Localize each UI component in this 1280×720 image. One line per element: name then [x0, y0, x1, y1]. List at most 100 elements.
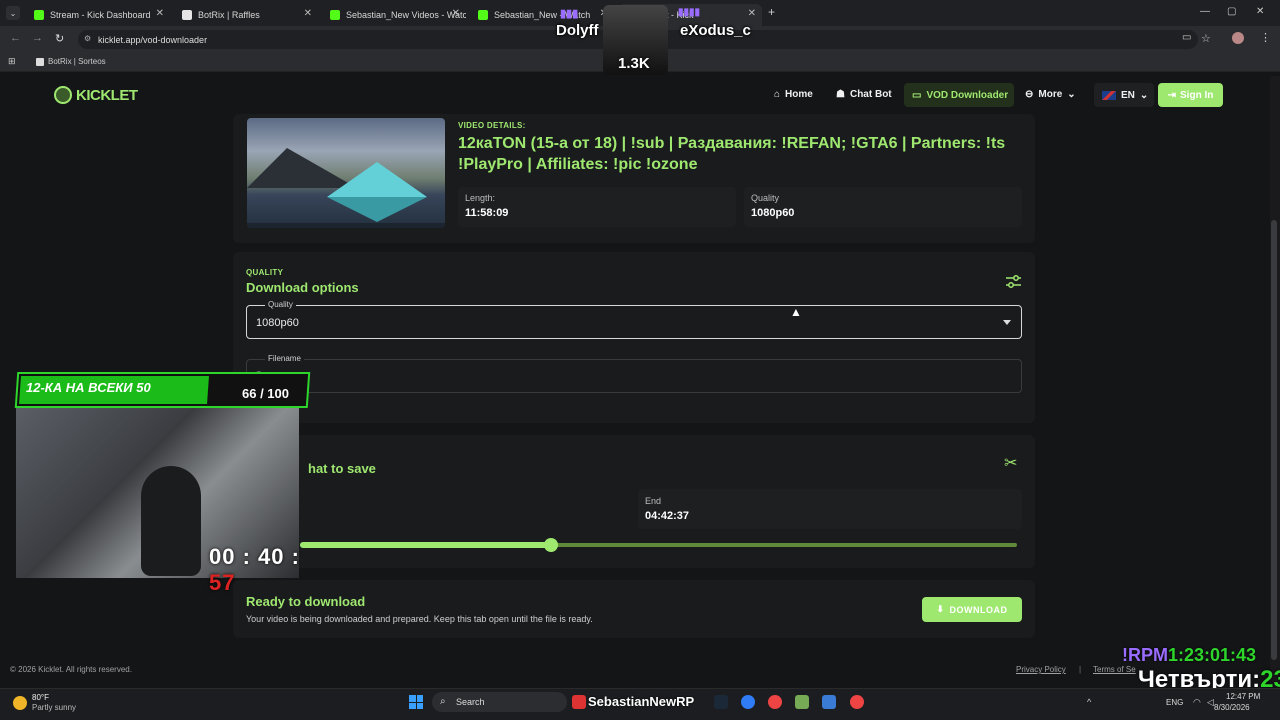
weather-icon[interactable] — [13, 696, 27, 710]
app-icon[interactable] — [822, 695, 836, 709]
close-tab-icon[interactable]: ✕ — [156, 8, 164, 19]
chrome-app-icon[interactable] — [850, 695, 864, 709]
language-select[interactable]: EN ⌄ — [1094, 83, 1154, 107]
nav-vod-label: VOD Downloader — [926, 89, 1009, 101]
scissors-icon[interactable]: ✂ — [1004, 453, 1017, 473]
tray-chevron-icon[interactable]: ^ — [1087, 697, 1091, 707]
browser-tab[interactable]: Stream - Kick Dashboard ✕ — [26, 4, 170, 26]
ready-title: Ready to download — [246, 594, 366, 609]
ready-description: Your video is being downloaded and prepa… — [246, 614, 593, 624]
nav-vod-downloader[interactable]: ▭ VOD Downloader — [904, 83, 1014, 107]
overlay-count: 1.3K — [618, 55, 650, 72]
page-icon[interactable]: ▭ — [1182, 32, 1191, 43]
trim-slider-handle[interactable] — [544, 538, 558, 552]
filename-field-label: Filename — [265, 354, 304, 363]
apps-grid-icon[interactable]: ⊞ — [8, 56, 16, 67]
nav-more-label: More — [1038, 89, 1063, 100]
close-tab-icon[interactable]: ✕ — [452, 8, 460, 19]
mouse-cursor-icon: ▲ — [790, 305, 802, 319]
quality-select-value: 1080p60 — [256, 317, 299, 329]
dropdown-caret-icon — [1003, 320, 1011, 325]
quality-value: 1080p60 — [751, 207, 795, 219]
filename-input[interactable]: Filename ▯ sushi — [246, 354, 1022, 393]
bot-icon: ☗ — [836, 89, 845, 100]
profile-avatar[interactable] — [1232, 32, 1244, 44]
site-info-icon[interactable]: ⚙ — [84, 34, 91, 43]
overlay-purple-text: ▮▮▮ — [560, 8, 579, 20]
wifi-icon[interactable]: ◠ — [1193, 697, 1201, 708]
bookmark-botrix[interactable]: BotRix | Sorteos — [36, 57, 106, 66]
timer-main: 00 : 40 : — [209, 544, 300, 569]
stream-overlay-top: ▮▮▮ ▮▮▮▮ Dolyff eXodus_c 1.3K — [548, 5, 758, 75]
goal-text: 12-КА НА ВСЕКИ 50 — [26, 380, 151, 395]
weather-description: Partly sunny — [32, 703, 77, 712]
goal-count: 66 / 100 — [242, 386, 289, 401]
new-tab-icon[interactable]: + — [768, 5, 775, 19]
length-label: Length: — [465, 193, 496, 203]
video-title: 12каTON (15-а от 18) | !sub | Раздавания… — [458, 135, 1006, 173]
timer-seconds: 57 — [209, 570, 236, 595]
botrix-favicon-icon — [182, 10, 192, 20]
weather-temp: 80°F — [32, 693, 49, 702]
end-label: End — [645, 496, 662, 506]
sliders-icon[interactable] — [1005, 273, 1022, 290]
length-stat: Length: 11:58:09 — [458, 187, 736, 227]
back-icon[interactable]: ← — [10, 32, 21, 44]
youtube-app-icon[interactable] — [572, 695, 586, 709]
kicklet-logo[interactable]: KICKLET — [54, 86, 138, 104]
chevron-down-icon: ⌄ — [1139, 89, 1149, 101]
browser-tab[interactable]: BotRix | Raffles ✕ — [174, 4, 318, 26]
nav-home[interactable]: ⌂ Home — [774, 89, 813, 100]
app-icon[interactable] — [795, 695, 809, 709]
tab-title: BotRix | Raffles — [198, 10, 260, 20]
uk-flag-icon — [1102, 90, 1116, 100]
menu-dots-icon[interactable]: ⋮ — [1260, 31, 1271, 44]
minimize-icon[interactable]: — — [1200, 6, 1210, 17]
overlay-name-right: eXodus_c — [680, 22, 751, 39]
end-time-box[interactable]: End 04:42:37 — [638, 489, 1022, 529]
nav-home-label: Home — [785, 89, 813, 100]
windows-start-icon[interactable] — [409, 695, 423, 709]
video-icon: ▭ — [912, 89, 922, 101]
webcam-person — [141, 466, 201, 576]
nav-chatbot[interactable]: ☗ Chat Bot — [836, 89, 892, 100]
tab-title: Sebastian_New Videos - Watch — [346, 10, 466, 20]
bookmark-star-icon[interactable]: ☆ — [1201, 32, 1211, 45]
tab-search-button[interactable]: ⌄ — [6, 6, 20, 20]
kick-favicon-icon — [34, 10, 44, 20]
thumbnail-reflection — [327, 197, 427, 222]
forward-icon[interactable]: → — [32, 32, 43, 44]
close-tab-icon[interactable]: ✕ — [304, 8, 312, 19]
reload-icon[interactable]: ↻ — [55, 32, 64, 45]
volume-icon[interactable]: ◁ — [1207, 697, 1214, 708]
privacy-policy-link[interactable]: Privacy Policy — [1016, 665, 1066, 674]
url-text: kicklet.app/vod-downloader — [98, 34, 208, 45]
sign-in-button[interactable]: ⇥ Sign In — [1158, 83, 1223, 107]
chrome-app-icon[interactable] — [768, 695, 782, 709]
download-button[interactable]: ⬇ DOWNLOAD — [922, 597, 1022, 622]
thumbnail-iceberg — [327, 162, 427, 197]
trim-slider-fill — [300, 542, 551, 548]
language-label: EN — [1121, 89, 1135, 101]
close-window-icon[interactable]: ✕ — [1256, 6, 1264, 17]
overlay-taskbar-name: SebastianNewRP — [588, 694, 695, 709]
browser-tab[interactable]: Sebastian_New Videos - Watch ✕ — [322, 4, 466, 26]
quality-section-label: QUALITY — [246, 268, 284, 277]
maximize-icon[interactable]: ▢ — [1227, 6, 1236, 17]
terms-link[interactable]: Terms of Se — [1093, 665, 1136, 674]
scrollbar-thumb[interactable] — [1271, 220, 1277, 660]
tab-title: Stream - Kick Dashboard — [50, 10, 151, 20]
kick-favicon-icon — [330, 10, 340, 20]
logo-text: KICKLET — [76, 86, 138, 104]
app-icon[interactable] — [741, 695, 755, 709]
taskbar-search[interactable]: ⌕ Search — [432, 692, 567, 712]
download-icon: ⬇ — [936, 604, 945, 614]
botrix-favicon-icon — [36, 57, 44, 66]
quality-select[interactable]: Quality 1080p60 — [246, 300, 1022, 339]
chevron-down-icon: ⌄ — [1067, 89, 1076, 100]
steam-app-icon[interactable] — [714, 695, 728, 709]
tray-language[interactable]: ENG — [1166, 698, 1183, 707]
bookmark-label: BotRix | Sorteos — [48, 57, 106, 66]
end-value: 04:42:37 — [645, 510, 690, 522]
nav-more[interactable]: ⊖ More ⌄ — [1025, 89, 1076, 100]
